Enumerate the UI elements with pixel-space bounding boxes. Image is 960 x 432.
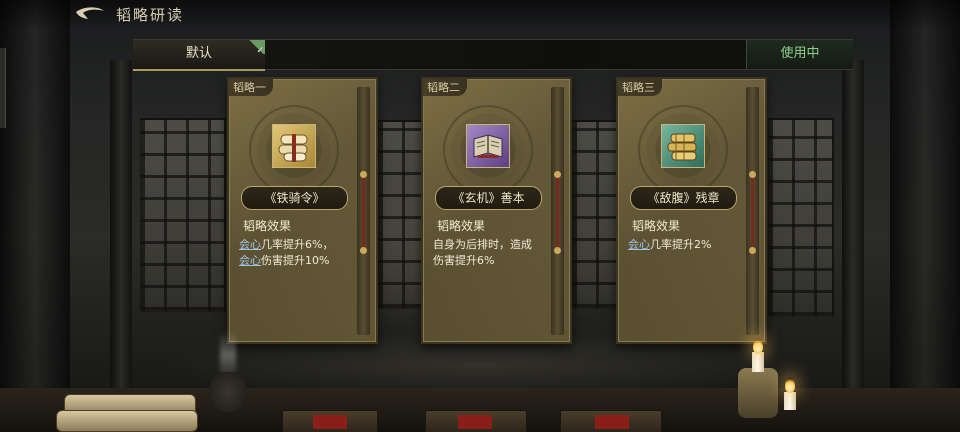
effect-description: 自身为后排时，造成伤害提升6% [433, 237, 538, 269]
preset-tab-default[interactable]: 默认 [133, 37, 265, 71]
scroll-bundle-icon[interactable] [272, 124, 316, 168]
card-scroll-rail [357, 87, 370, 335]
card-tag: 韬略一 [229, 79, 273, 96]
side-drawer-handle[interactable] [0, 48, 6, 128]
back-arrow-icon [74, 6, 106, 24]
item-name: 《玄机》善本 [435, 186, 542, 210]
scroll-track[interactable] [362, 175, 365, 249]
strategy-card-1[interactable]: 韬略一 《铁骑令》 韬略效果 会心几率提升6%，会心伤害提升10% [227, 77, 378, 344]
scroll-knob [554, 171, 561, 178]
lattice-window-center-right [572, 120, 620, 309]
strategy-card-2[interactable]: 韬略二 《玄机》善本 韬略效果 自身为后排时，造成伤害提升6% [421, 77, 572, 344]
scroll-knob [360, 171, 367, 178]
candle-flame [753, 338, 763, 354]
scroll-knob [360, 247, 367, 254]
pillar-right [842, 60, 864, 400]
effect-description: 会心几率提升2% [628, 237, 733, 253]
card-scroll-rail [746, 87, 759, 335]
scroll-prop [56, 410, 198, 432]
back-button[interactable] [74, 6, 106, 24]
effect-text: 几率提升2% [650, 238, 712, 251]
effect-title: 韬略效果 [632, 219, 681, 233]
header-bar: 韬略研读 [0, 0, 960, 30]
scroll-knob [554, 247, 561, 254]
keyword-crit[interactable]: 会心 [239, 254, 261, 267]
incense-burner [210, 372, 246, 412]
candle [752, 352, 764, 372]
book-prop [560, 410, 662, 432]
lattice-window-center [378, 120, 426, 309]
candle [784, 392, 796, 410]
scroll-knob [749, 247, 756, 254]
effect-description: 会心几率提升6%，会心伤害提升10% [239, 237, 344, 269]
open-book-icon[interactable] [466, 124, 510, 168]
selected-check-icon [247, 37, 265, 65]
in-use-button[interactable]: 使用中 [746, 40, 853, 69]
curtain-right [890, 0, 960, 432]
scroll-track[interactable] [751, 175, 754, 249]
study-screen: 韬略研读 默认 使用中 韬略一 《铁骑令》 韬略效果 会心几 [0, 0, 960, 432]
item-name: 《铁骑令》 [241, 186, 348, 210]
effect-text: 伤害提升10% [261, 254, 330, 267]
card-tag: 韬略二 [423, 79, 467, 96]
book-prop [425, 410, 527, 432]
book-prop [282, 410, 378, 432]
bamboo-slips-icon[interactable] [661, 124, 705, 168]
card-scroll-rail [551, 87, 564, 335]
preset-bar: 默认 使用中 [133, 37, 853, 71]
keyword-crit[interactable]: 会心 [239, 238, 261, 251]
effect-title: 韬略效果 [243, 219, 292, 233]
item-name: 《敌腹》残章 [630, 186, 737, 210]
candle-flame [785, 377, 795, 393]
page-title: 韬略研读 [116, 6, 185, 24]
preset-tab-label: 默认 [185, 46, 212, 61]
scroll-track[interactable] [556, 175, 559, 249]
strategy-card-3[interactable]: 韬略三 《敌腹》残章 韬略效果 会心几率提升2% [616, 77, 767, 344]
scroll-knob [749, 171, 756, 178]
effect-title: 韬略效果 [437, 219, 486, 233]
keyword-crit[interactable]: 会心 [628, 238, 650, 251]
curtain-left [0, 0, 70, 432]
card-tag: 韬略三 [618, 79, 662, 96]
effect-text: 几率提升6%， [261, 238, 334, 251]
lattice-window-right [768, 118, 834, 317]
candle-holder [738, 368, 778, 418]
pillar-left [110, 60, 132, 400]
effect-text: 自身为后排时，造成伤害提升6% [433, 238, 532, 267]
lattice-window-left [140, 118, 226, 312]
